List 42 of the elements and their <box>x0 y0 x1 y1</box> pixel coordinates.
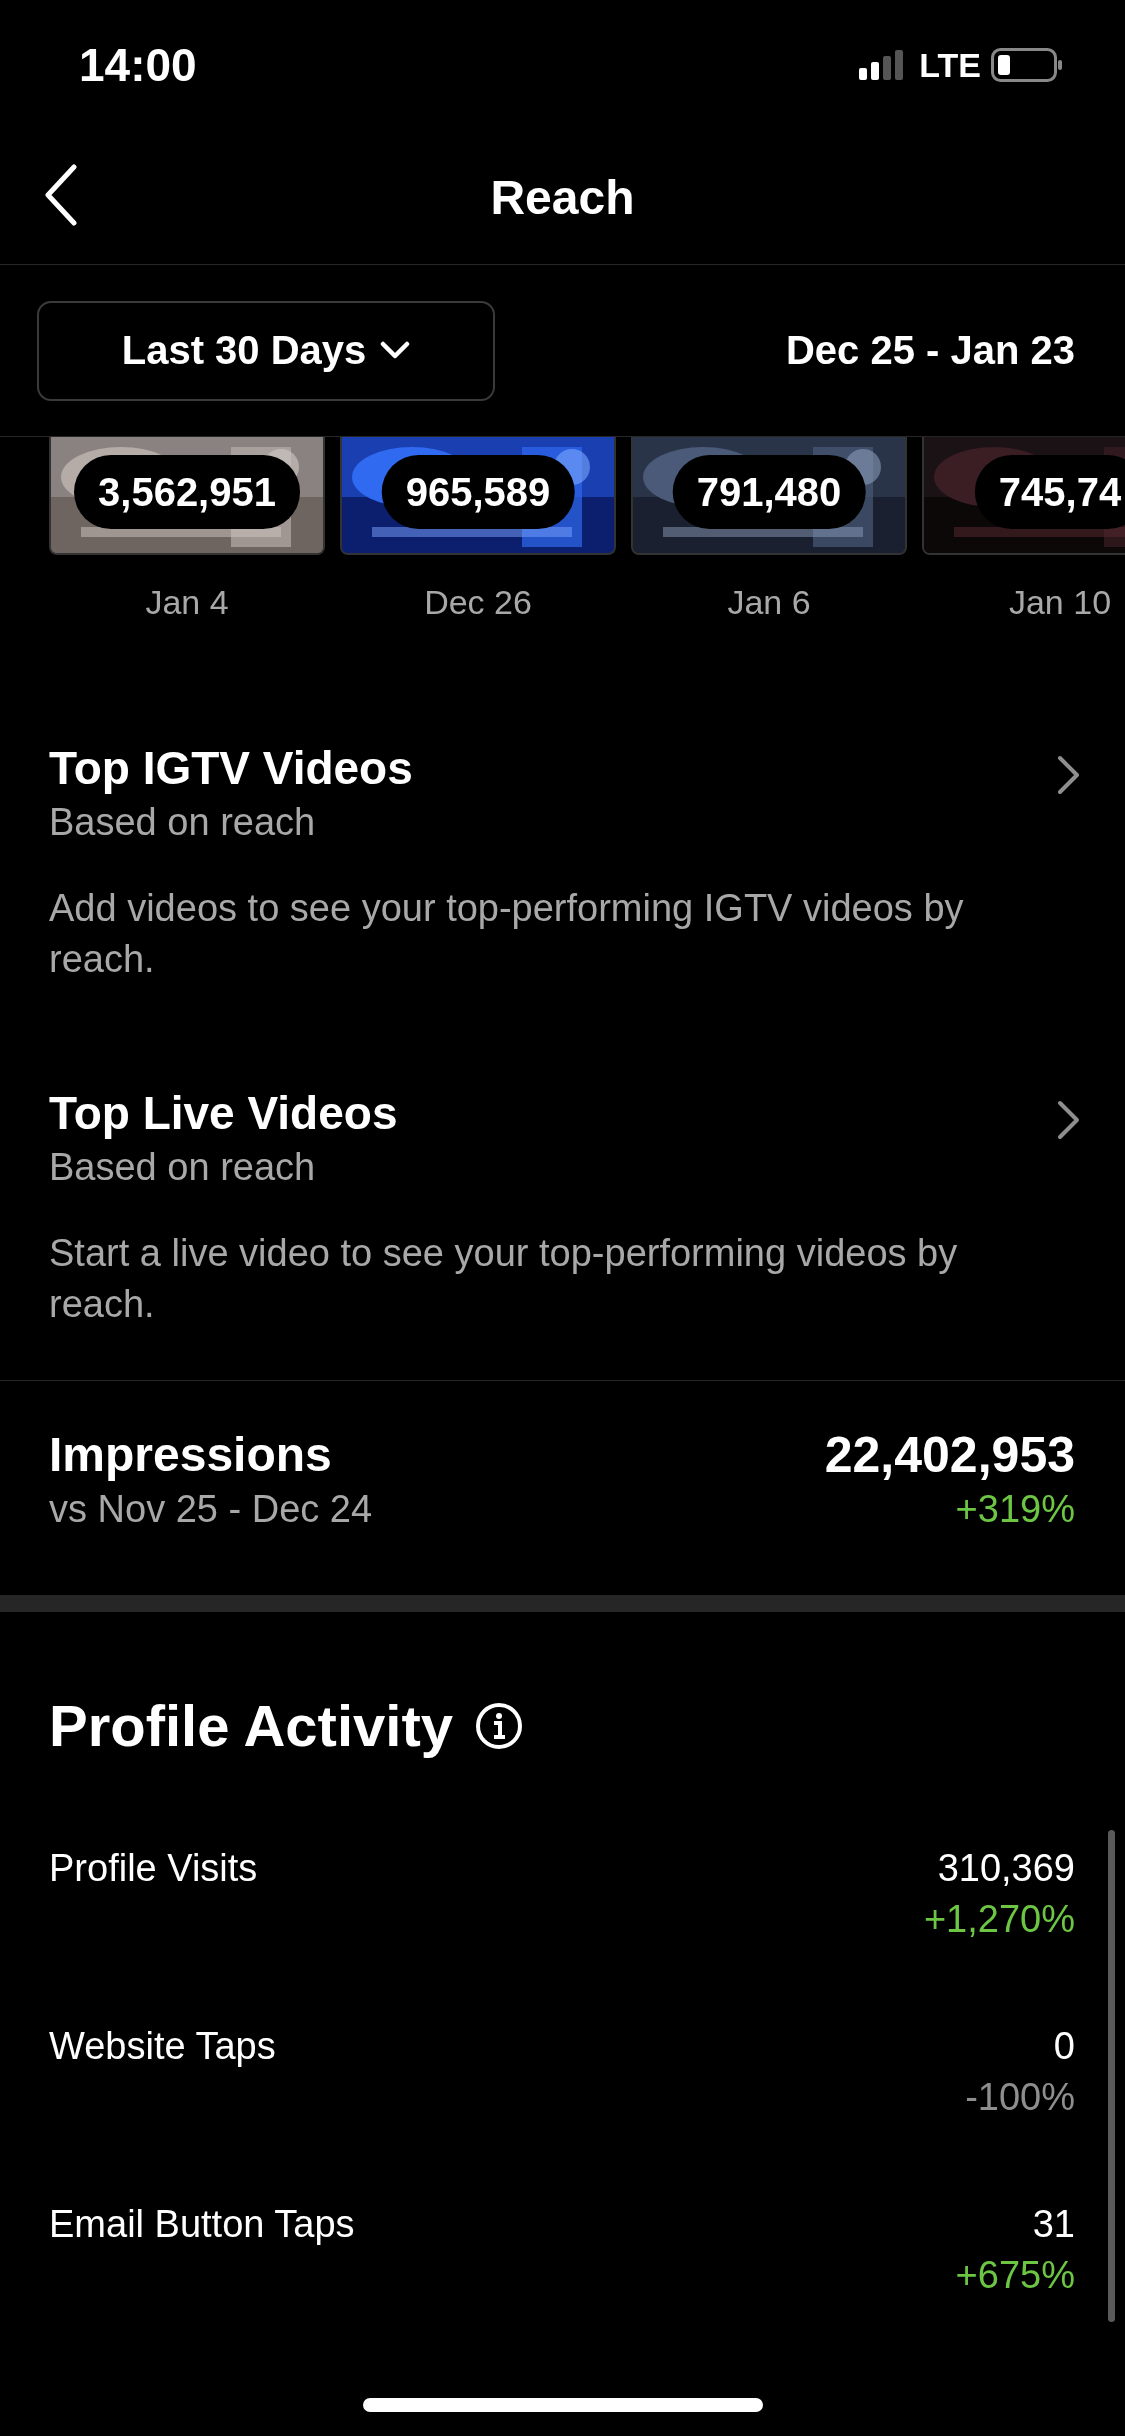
page-title: Reach <box>490 169 635 225</box>
post-thumbnail[interactable]: 965,589 <box>340 437 616 555</box>
section-title: Top IGTV Videos <box>49 741 413 796</box>
metric-value: 310,369 <box>937 1846 1075 1891</box>
reach-count: 965,589 <box>381 455 575 529</box>
battery-icon <box>991 48 1063 82</box>
chevron-right-icon <box>1057 1099 1081 1140</box>
metric-value: 0 <box>1053 2024 1075 2069</box>
impressions-title: Impressions <box>49 1427 332 1483</box>
metric-value: 31 <box>1032 2202 1075 2247</box>
section-subtitle: Based on reach <box>49 800 317 845</box>
reach-count: 745,74 <box>974 455 1125 529</box>
section-subtitle: Based on reach <box>49 1145 317 1190</box>
post-thumbnail[interactable]: 745,74 <box>922 437 1125 555</box>
post-date: Jan 10 <box>1008 583 1112 622</box>
section-description: Start a live video to see your top-performing videos by reach. <box>49 1231 959 1327</box>
info-icon[interactable] <box>474 1701 523 1750</box>
date-range-label: Dec 25 - Jan 23 <box>785 328 1075 373</box>
post-date: Jan 6 <box>727 583 811 622</box>
post-date: Dec 26 <box>424 583 532 622</box>
impressions-value: 22,402,953 <box>824 1427 1075 1483</box>
reach-count: 3,562,951 <box>74 455 300 529</box>
metric-label: Profile Visits <box>49 1846 258 1891</box>
metric-label: Email Button Taps <box>49 2202 355 2247</box>
change-percent: +319% <box>955 1487 1075 1532</box>
section-description: Add videos to see your top-performing IGTV videos by reach. <box>49 886 965 982</box>
post-thumbnail[interactable]: 791,480 <box>631 437 907 555</box>
section-title: Top Live Videos <box>49 1086 398 1141</box>
comparison-period: vs Nov 25 - Dec 24 <box>49 1487 373 1532</box>
metric-label: Website Taps <box>49 2024 276 2069</box>
change-percent: +1,270% <box>923 1897 1075 1942</box>
section-heading: Profile Activity <box>49 1692 453 1759</box>
chevron-down-icon <box>380 340 411 361</box>
post-thumbnail[interactable]: 3,562,951 <box>49 437 325 555</box>
change-percent: +675% <box>955 2253 1075 2298</box>
date-range-dropdown[interactable]: Last 30 Days <box>37 300 495 401</box>
change-percent: -100% <box>965 2075 1075 2120</box>
network-label: LTE <box>919 45 981 85</box>
post-date: Jan 4 <box>145 583 229 622</box>
chevron-right-icon <box>1057 754 1081 795</box>
status-time: 14:00 <box>79 38 197 92</box>
reach-count: 791,480 <box>672 455 866 529</box>
